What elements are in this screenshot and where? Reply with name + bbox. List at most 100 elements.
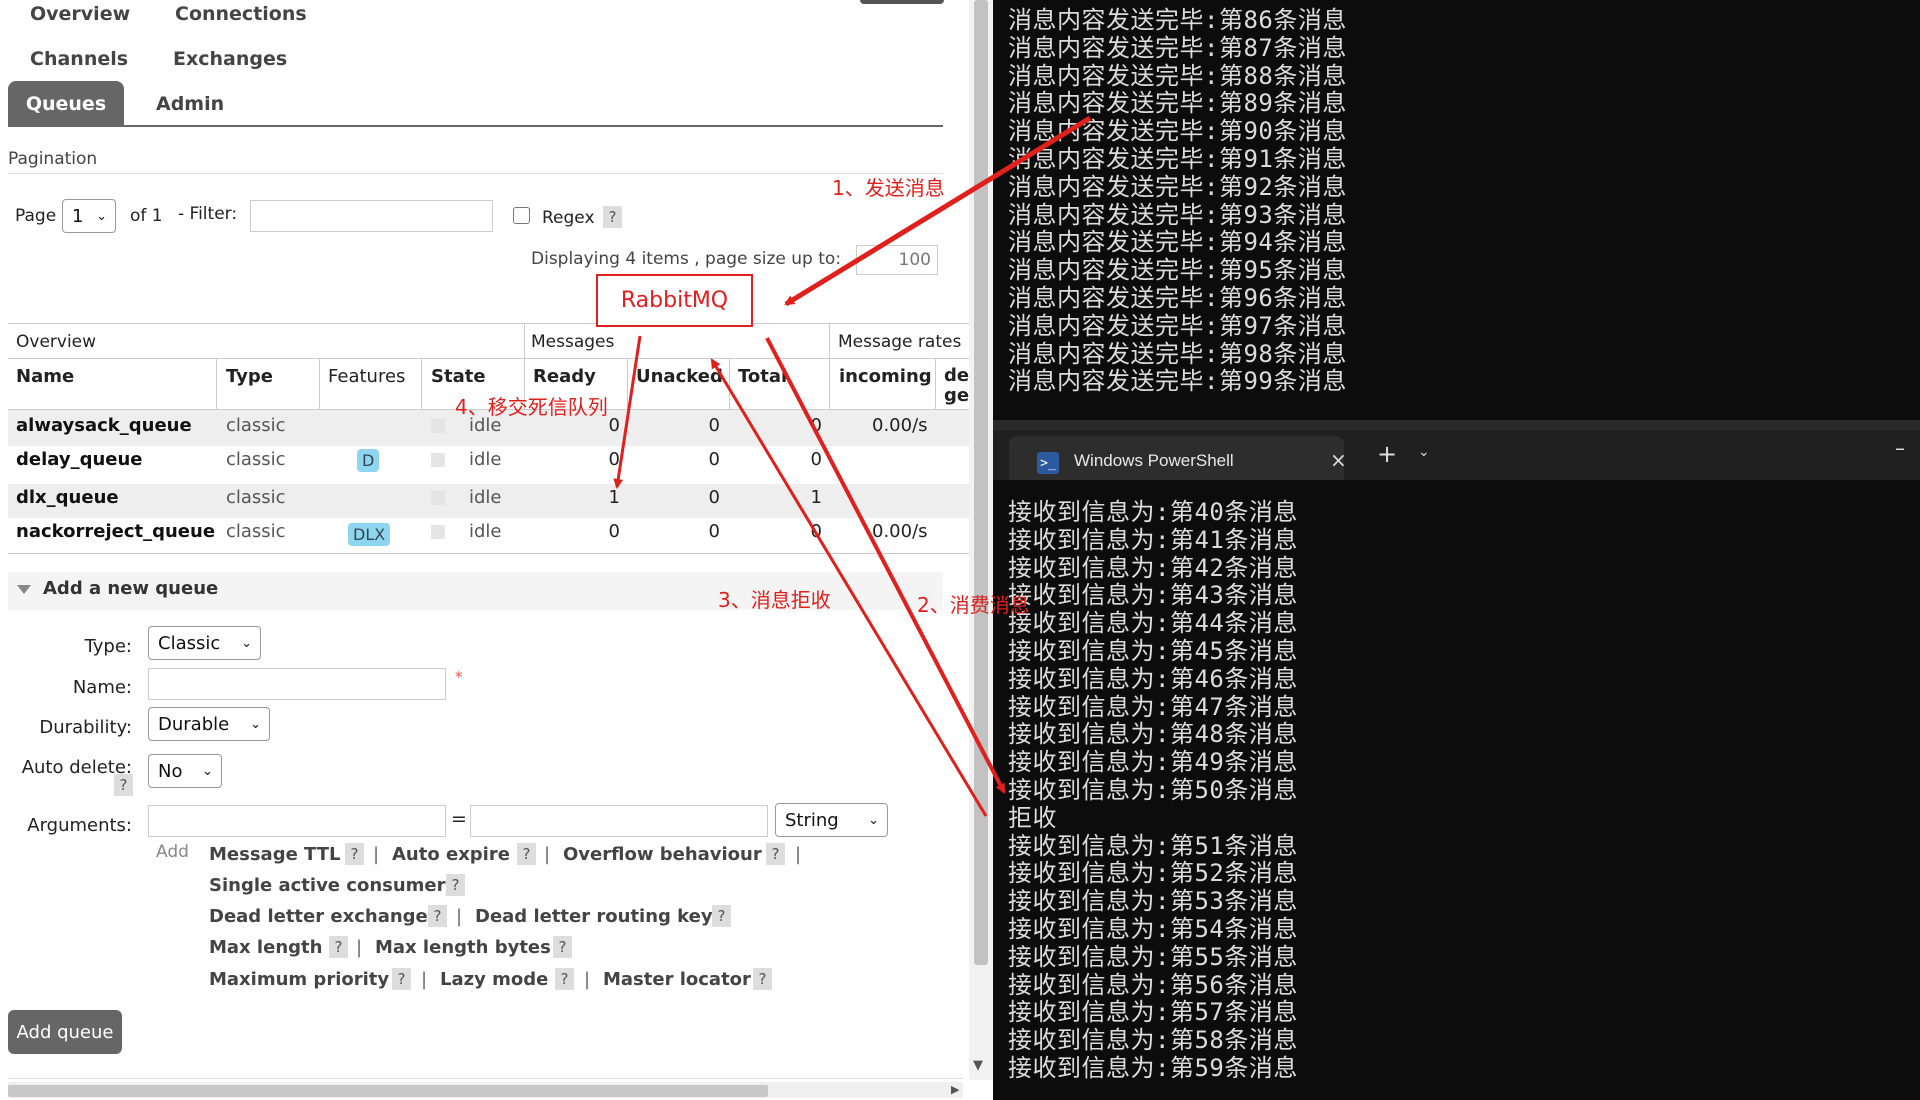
arg-link-dead-letter-exchange[interactable]: Dead letter exchange xyxy=(209,906,428,927)
nav-overview[interactable]: Overview xyxy=(30,3,130,25)
argument-type-select[interactable]: String ⌄ xyxy=(775,803,888,837)
nav-exchanges[interactable]: Exchanges xyxy=(173,48,287,70)
arg-link-maximum-priority[interactable]: Maximum priority xyxy=(209,969,389,990)
pagination-title: Pagination xyxy=(8,149,98,169)
name-label: Name: xyxy=(72,677,132,698)
filter-input[interactable] xyxy=(250,200,493,232)
regex-label: Regex xyxy=(542,208,595,228)
nav-channels[interactable]: Channels xyxy=(30,48,128,70)
argument-key-input[interactable] xyxy=(148,805,446,837)
top-button-edge[interactable] xyxy=(860,0,944,4)
help-button[interactable]: ? xyxy=(329,936,348,958)
powershell-tab[interactable]: >_ Windows PowerShell × xyxy=(1009,436,1347,480)
scroll-down-arrow-icon[interactable]: ▼ xyxy=(973,1058,983,1073)
consumer-powershell-window[interactable]: >_ Windows PowerShell × + ⌄ – 接收到信息为:第40… xyxy=(993,430,1920,1100)
chevron-down-icon: ⌄ xyxy=(868,813,879,828)
auto-delete-select[interactable]: No ⌄ xyxy=(148,754,222,788)
help-button[interactable]: ? xyxy=(555,968,574,990)
producer-output-line: 消息内容发送完毕:第99条消息 xyxy=(1008,367,1347,396)
page-size-input[interactable]: 100 xyxy=(856,245,938,275)
header-incoming[interactable]: incoming xyxy=(839,366,932,387)
footer-divider xyxy=(8,1078,963,1079)
arg-link-message-ttl[interactable]: Message TTL xyxy=(209,844,341,865)
header-name[interactable]: Name xyxy=(16,366,74,387)
add-queue-button[interactable]: Add queue xyxy=(8,1010,122,1054)
arg-link-lazy-mode[interactable]: Lazy mode xyxy=(440,969,548,990)
queue-name-input[interactable] xyxy=(148,668,446,700)
powershell-icon: >_ xyxy=(1037,452,1059,474)
queue-ready: 1 xyxy=(608,487,620,508)
header-total[interactable]: Total xyxy=(738,366,787,387)
group-message-rates: Message rates xyxy=(838,332,962,352)
auto-delete-help-button[interactable]: ? xyxy=(114,774,133,796)
scroll-right-arrow-icon[interactable]: ▶ xyxy=(951,1083,959,1096)
help-button[interactable]: ? xyxy=(712,905,731,927)
help-button[interactable]: ? xyxy=(553,936,572,958)
header-deliver-get[interactable]: de ge xyxy=(944,366,969,406)
type-label: Type: xyxy=(84,636,132,657)
arg-link-auto-expire[interactable]: Auto expire xyxy=(392,844,510,865)
help-button[interactable]: ? xyxy=(753,968,772,990)
header-features[interactable]: Features xyxy=(328,366,405,387)
queue-name-link[interactable]: nackorreject_queue xyxy=(16,521,215,542)
feature-badge-durable[interactable]: D xyxy=(357,449,380,472)
arg-link-single-active-consumer[interactable]: Single active consumer xyxy=(209,875,446,896)
queue-type: classic xyxy=(226,487,286,508)
separator: | xyxy=(544,844,551,865)
separator: | xyxy=(795,844,802,865)
header-type[interactable]: Type xyxy=(226,366,273,387)
header-unacked[interactable]: Unacked xyxy=(636,366,723,387)
chevron-down-icon: ⌄ xyxy=(241,636,252,651)
add-queue-title[interactable]: Add a new queue xyxy=(43,578,218,599)
header-state[interactable]: State xyxy=(431,366,486,387)
page-label: Page xyxy=(15,206,57,226)
collapse-triangle-icon[interactable] xyxy=(17,585,31,594)
queue-name-link[interactable]: alwaysack_queue xyxy=(16,415,192,436)
minimize-icon[interactable]: – xyxy=(1895,436,1905,460)
state-indicator xyxy=(431,525,445,539)
help-button[interactable]: ? xyxy=(345,843,364,865)
queue-unacked: 0 xyxy=(708,415,720,436)
horizontal-scrollbar-thumb[interactable] xyxy=(8,1085,768,1097)
nav-connections[interactable]: Connections xyxy=(175,3,307,25)
window-gap xyxy=(993,420,1920,430)
terminal-titlebar: >_ Windows PowerShell × + ⌄ – xyxy=(993,430,1920,480)
regex-help-button[interactable]: ? xyxy=(603,206,622,228)
close-icon[interactable]: × xyxy=(1330,448,1347,472)
new-tab-plus-icon[interactable]: + xyxy=(1377,440,1397,468)
queue-type-select[interactable]: Classic ⌄ xyxy=(148,626,261,660)
queue-name-link[interactable]: dlx_queue xyxy=(16,487,119,508)
filter-label: - Filter: xyxy=(178,204,238,224)
regex-checkbox[interactable] xyxy=(513,207,530,224)
arguments-label: Arguments: xyxy=(27,815,132,836)
group-overview: Overview xyxy=(16,332,97,352)
help-button[interactable]: ? xyxy=(766,843,785,865)
queue-unacked: 0 xyxy=(708,521,720,542)
vertical-scrollbar-thumb[interactable] xyxy=(974,0,988,965)
separator: | xyxy=(584,969,591,990)
equals-sign: = xyxy=(451,808,467,830)
queue-ready: 0 xyxy=(608,449,620,470)
help-button[interactable]: ? xyxy=(517,843,536,865)
help-button[interactable]: ? xyxy=(446,874,465,896)
queue-name-link[interactable]: delay_queue xyxy=(16,449,143,470)
argument-value-input[interactable] xyxy=(470,805,768,837)
chevron-down-icon[interactable]: ⌄ xyxy=(1418,444,1430,460)
queue-total: 0 xyxy=(810,415,822,436)
nav-queues-tab[interactable]: Queues xyxy=(8,81,124,126)
help-button[interactable]: ? xyxy=(428,905,447,927)
queue-state: idle xyxy=(469,487,502,508)
header-ready[interactable]: Ready xyxy=(533,366,596,387)
help-button[interactable]: ? xyxy=(392,968,411,990)
durability-select[interactable]: Durable ⌄ xyxy=(148,707,270,741)
state-indicator xyxy=(431,491,445,505)
producer-terminal[interactable]: 消息内容发送完毕:第86条消息 消息内容发送完毕:第87条消息 消息内容发送完毕:第… xyxy=(993,0,1920,420)
page-select[interactable]: 1 ⌄ xyxy=(62,199,116,233)
arg-link-dead-letter-routing-key[interactable]: Dead letter routing key xyxy=(475,906,713,927)
arg-link-max-length[interactable]: Max length xyxy=(209,937,322,958)
arg-link-max-length-bytes[interactable]: Max length bytes xyxy=(375,937,551,958)
feature-badge-dlx[interactable]: DLX xyxy=(348,523,391,546)
nav-admin[interactable]: Admin xyxy=(156,93,224,115)
arg-link-master-locator[interactable]: Master locator xyxy=(603,969,751,990)
arg-link-overflow-behaviour[interactable]: Overflow behaviour xyxy=(563,844,762,865)
